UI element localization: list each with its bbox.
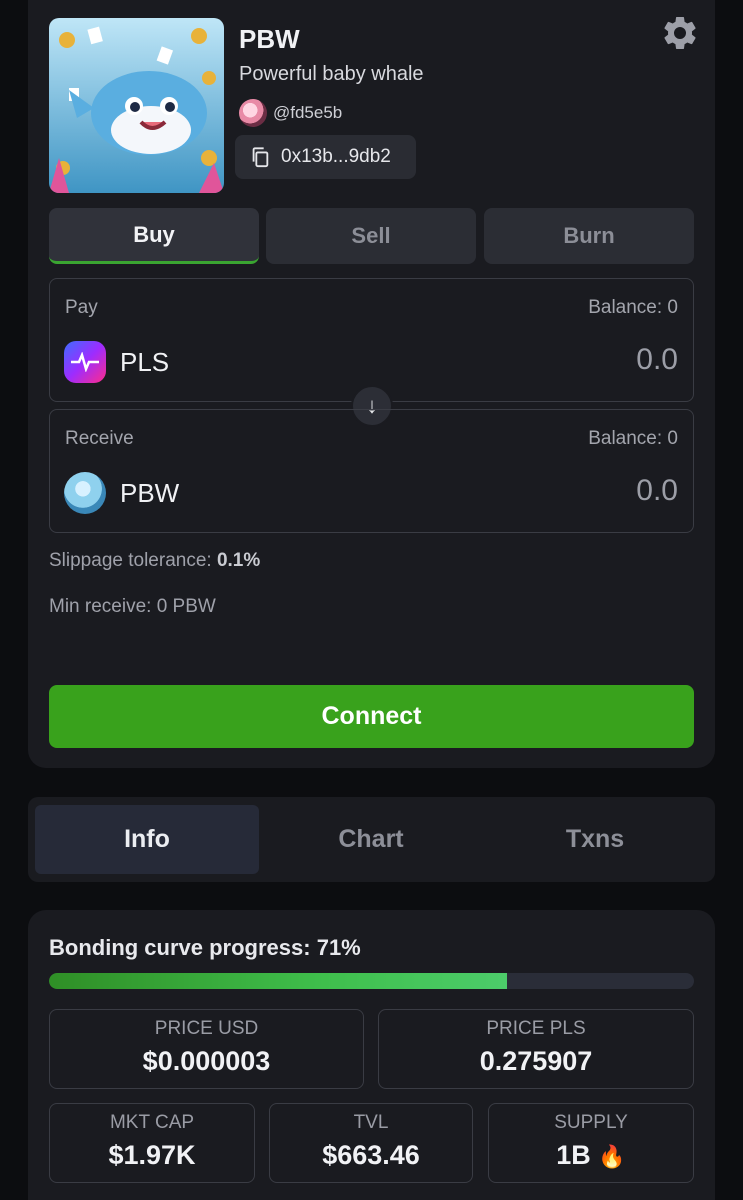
stats-card: Bonding curve progress: 71% PRICE USD $0… — [28, 910, 715, 1200]
stat-tvl: TVL $663.46 — [269, 1103, 473, 1183]
pls-logo-icon — [64, 341, 106, 383]
slippage-label: Slippage tolerance: — [49, 550, 212, 571]
stat-price-pls: PRICE PLS 0.275907 — [378, 1009, 694, 1089]
stat-label: MKT CAP — [109, 1112, 195, 1133]
contract-address: 0x13b...9db2 — [281, 146, 391, 167]
bonding-curve-label: Bonding curve progress: 71% — [49, 935, 361, 960]
tab-info[interactable]: Info — [35, 805, 259, 874]
pay-label: Pay — [65, 297, 98, 318]
token-name: Powerful baby whale — [239, 63, 424, 85]
copy-address-button[interactable]: 0x13b...9db2 — [235, 135, 416, 179]
tab-sell[interactable]: Sell — [266, 208, 476, 264]
trade-card: PBW Powerful baby whale @fd5e5b 0x13b...… — [28, 0, 715, 768]
creator-handle: @fd5e5b — [273, 103, 343, 122]
stat-price-usd: PRICE USD $0.000003 — [49, 1009, 364, 1089]
tab-buy[interactable]: Buy — [49, 208, 259, 264]
stat-value: $1.97K — [108, 1140, 196, 1170]
min-receive: Min receive: 0 PBW — [49, 596, 216, 617]
slippage-tolerance[interactable]: Slippage tolerance: 0.1% — [49, 550, 260, 572]
stat-label: SUPPLY — [554, 1112, 628, 1133]
pbw-logo-icon — [64, 472, 106, 514]
slippage-value: 0.1% — [216, 550, 261, 571]
stat-supply: SUPPLY 1B 🔥 — [488, 1103, 694, 1183]
token-image — [49, 18, 224, 193]
stat-value-wrap: 1B 🔥 — [489, 1140, 693, 1171]
stat-label: PRICE USD — [154, 1018, 259, 1039]
stat-label: PRICE PLS — [486, 1018, 586, 1039]
connect-button[interactable]: Connect — [49, 685, 694, 748]
pay-amount-input[interactable]: 0.0 — [636, 343, 678, 377]
receive-token: PBW — [64, 472, 179, 514]
bonding-curve-progress-bar — [49, 973, 694, 989]
supply-value: 1B — [556, 1140, 591, 1170]
receive-panel: Receive Balance: 0 PBW 0.0 — [49, 409, 694, 533]
stat-value: $663.46 — [322, 1140, 420, 1170]
tab-chart[interactable]: Chart — [259, 805, 483, 874]
info-tabs: Info Chart Txns — [28, 797, 715, 882]
pay-token-symbol: PLS — [120, 346, 170, 377]
token-ticker: PBW — [239, 24, 300, 54]
receive-label: Receive — [65, 428, 134, 449]
tab-txns[interactable]: Txns — [483, 805, 707, 874]
receive-token-symbol: PBW — [120, 477, 180, 508]
gear-icon[interactable] — [660, 13, 700, 53]
fire-icon: 🔥 — [598, 1144, 626, 1169]
bonding-curve-progress-fill — [49, 973, 507, 989]
stat-value: 0.275907 — [479, 1046, 593, 1076]
tab-burn[interactable]: Burn — [484, 208, 694, 264]
pay-token-selector[interactable]: PLS — [64, 341, 169, 383]
receive-balance: Balance: 0 — [588, 428, 678, 449]
creator-link[interactable]: @fd5e5b — [239, 99, 342, 127]
pay-panel: Pay Balance: 0 PLS 0.0 — [49, 278, 694, 402]
stat-value: $0.000003 — [142, 1046, 271, 1076]
copy-icon — [252, 147, 269, 168]
stat-label: TVL — [353, 1112, 389, 1133]
receive-amount: 0.0 — [636, 474, 678, 507]
pay-balance: Balance: 0 — [588, 297, 678, 318]
creator-avatar — [239, 99, 267, 127]
stat-market-cap: MKT CAP $1.97K — [49, 1103, 255, 1183]
